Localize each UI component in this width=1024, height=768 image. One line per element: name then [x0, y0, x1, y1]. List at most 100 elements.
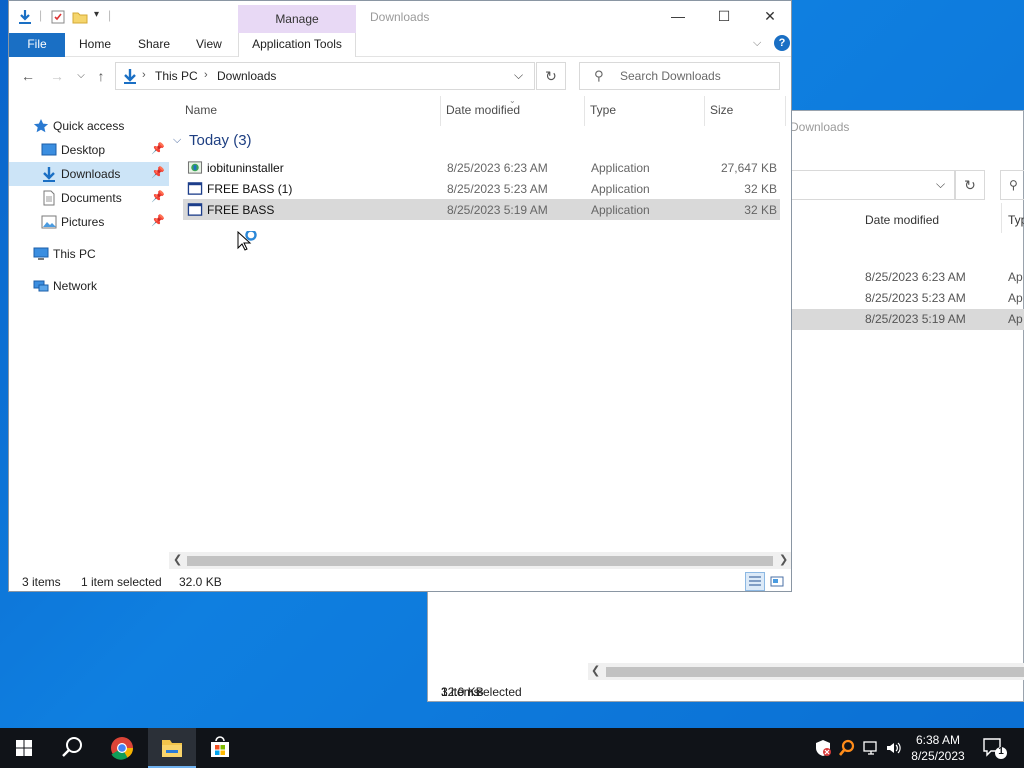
pin-icon[interactable]: 📌 [151, 190, 165, 203]
file-name: iobituninstaller [207, 161, 284, 175]
customize-toolbar-icon[interactable]: ▾ [94, 9, 99, 20]
tab-share[interactable]: Share [138, 33, 170, 57]
minimize-button[interactable]: — [655, 1, 701, 31]
chrome-taskbar-button[interactable] [98, 728, 146, 768]
sidebar-item-label: Documents [61, 191, 122, 205]
pin-icon[interactable]: 📌 [151, 142, 165, 155]
file-date: 8/25/2023 6:23 AM [447, 161, 548, 175]
bg-file-row[interactable]: 8/25/2023 6:23 AM Ap [790, 267, 1024, 288]
bg-refresh-button[interactable]: ↻ [955, 170, 985, 200]
expand-ribbon-icon[interactable]: ⌵ [753, 37, 761, 50]
sidebar-item-downloads[interactable]: Downloads 📌 [9, 162, 169, 186]
sidebar-item-this-pc[interactable]: This PC [9, 242, 169, 266]
computer-icon [33, 247, 49, 260]
column-divider[interactable] [785, 96, 786, 126]
breadcrumb-separator[interactable]: › [142, 69, 146, 81]
explorer-window[interactable]: | ▾ | Manage Downloads — ☐ ✕ File Home S… [8, 0, 792, 592]
tab-home[interactable]: Home [79, 33, 111, 57]
column-divider[interactable] [584, 96, 585, 126]
large-icons-view-button[interactable] [767, 572, 787, 591]
chevron-down-icon[interactable]: ⌵ [173, 134, 181, 147]
tab-file[interactable]: File [9, 33, 65, 57]
scroll-left-icon[interactable]: ❮ [173, 553, 182, 566]
file-name: FREE BASS (1) [207, 182, 293, 196]
bg-search-input[interactable]: ⚲ [1000, 170, 1024, 200]
bg-file-date: 8/25/2023 5:19 AM [865, 312, 966, 326]
maximize-button[interactable]: ☐ [701, 1, 747, 31]
network-icon [33, 280, 49, 292]
downloads-icon [43, 167, 55, 182]
bg-horizontal-scrollbar[interactable]: ❮ [588, 663, 1024, 680]
file-type: Application [591, 161, 650, 175]
pin-icon[interactable]: 📌 [151, 214, 165, 227]
scroll-left-icon[interactable]: ❮ [591, 664, 600, 677]
sidebar-item-desktop[interactable]: Desktop 📌 [9, 138, 169, 162]
details-view-button[interactable] [745, 572, 765, 591]
breadcrumb-downloads[interactable]: Downloads [217, 69, 276, 83]
file-row[interactable]: FREE BASS (1) 8/25/2023 5:23 AM Applicat… [183, 178, 780, 199]
status-selected: 1 item selected [81, 575, 162, 589]
tab-view[interactable]: View [196, 33, 222, 57]
back-button[interactable]: ← [18, 65, 38, 87]
address-bar[interactable]: › This PC › Downloads ⌵ [115, 62, 535, 90]
chevron-down-icon[interactable]: ⌵ [514, 68, 523, 83]
manage-contextual-tab[interactable]: Manage [238, 5, 356, 33]
horizontal-scrollbar[interactable]: ❮ ❯ [169, 552, 791, 569]
file-row-selected[interactable]: FREE BASS 8/25/2023 5:19 AM Application … [183, 199, 780, 220]
bg-file-type: Ap [1008, 291, 1023, 305]
recent-locations-icon[interactable]: ⌵ [71, 65, 91, 87]
file-type: Application [591, 203, 650, 217]
search-button[interactable] [48, 728, 96, 768]
column-header-type[interactable]: Type [590, 103, 616, 117]
search-input[interactable]: ⚲ Search Downloads [579, 62, 780, 90]
chevron-down-icon[interactable]: ⌵ [936, 177, 945, 192]
action-center-button[interactable]: 1 [982, 737, 1008, 764]
details-view-icon [749, 576, 761, 586]
toolbar-separator: | [108, 8, 112, 22]
forward-button[interactable]: → [47, 65, 67, 87]
network-icon[interactable] [862, 739, 880, 757]
properties-icon[interactable] [50, 9, 66, 25]
new-folder-icon[interactable] [72, 9, 88, 25]
close-button[interactable]: ✕ [747, 1, 793, 31]
chrome-icon [111, 737, 133, 760]
column-header-size[interactable]: Size [710, 103, 733, 117]
sidebar-item-network[interactable]: Network [9, 274, 169, 298]
file-row[interactable]: iobituninstaller 8/25/2023 6:23 AM Appli… [183, 157, 780, 178]
bg-column-header-type[interactable]: Typ [1008, 213, 1024, 227]
scroll-right-icon[interactable]: ❯ [779, 553, 788, 566]
help-icon[interactable]: ? [774, 35, 790, 51]
start-button[interactable] [0, 728, 48, 768]
file-date: 8/25/2023 5:23 AM [447, 182, 548, 196]
sidebar-item-pictures[interactable]: Pictures 📌 [9, 210, 169, 234]
bg-file-type: Ap [1008, 270, 1023, 284]
volume-icon[interactable] [885, 739, 903, 757]
column-divider[interactable] [704, 96, 705, 126]
column-header-name[interactable]: Name [185, 103, 217, 117]
store-taskbar-button[interactable] [196, 728, 244, 768]
magnifier-tool-icon[interactable] [838, 739, 856, 757]
file-explorer-taskbar-button[interactable] [148, 728, 196, 768]
bg-column-header-date[interactable]: Date modified [865, 213, 939, 227]
up-button[interactable]: ↑ [91, 65, 111, 87]
pin-icon[interactable]: 📌 [151, 166, 165, 179]
application-icon [187, 182, 203, 195]
application-icon [187, 203, 203, 216]
column-divider[interactable] [440, 96, 441, 126]
taskbar-clock[interactable]: 6:38 AM 8/25/2023 [905, 732, 971, 764]
breadcrumb-this-pc[interactable]: This PC [155, 69, 198, 83]
scroll-thumb[interactable] [606, 667, 1024, 677]
security-shield-icon[interactable] [814, 739, 832, 757]
scroll-thumb[interactable] [187, 556, 773, 566]
bg-address-bar[interactable]: ⌵ [790, 170, 955, 200]
download-arrow-icon[interactable] [17, 9, 33, 25]
bg-file-row[interactable]: 8/25/2023 5:23 AM Ap [790, 288, 1024, 309]
tab-application-tools[interactable]: Application Tools [238, 33, 356, 57]
sidebar-item-quick-access[interactable]: Quick access [9, 114, 169, 138]
column-header-date-modified[interactable]: Date modified [446, 103, 520, 117]
clock-date: 8/25/2023 [911, 749, 965, 763]
bg-file-row-selected[interactable]: 8/25/2023 5:19 AM Ap [790, 309, 1024, 330]
sidebar-item-documents[interactable]: Documents 📌 [9, 186, 169, 210]
refresh-button[interactable]: ↻ [536, 62, 566, 90]
breadcrumb-separator[interactable]: › [204, 69, 208, 81]
